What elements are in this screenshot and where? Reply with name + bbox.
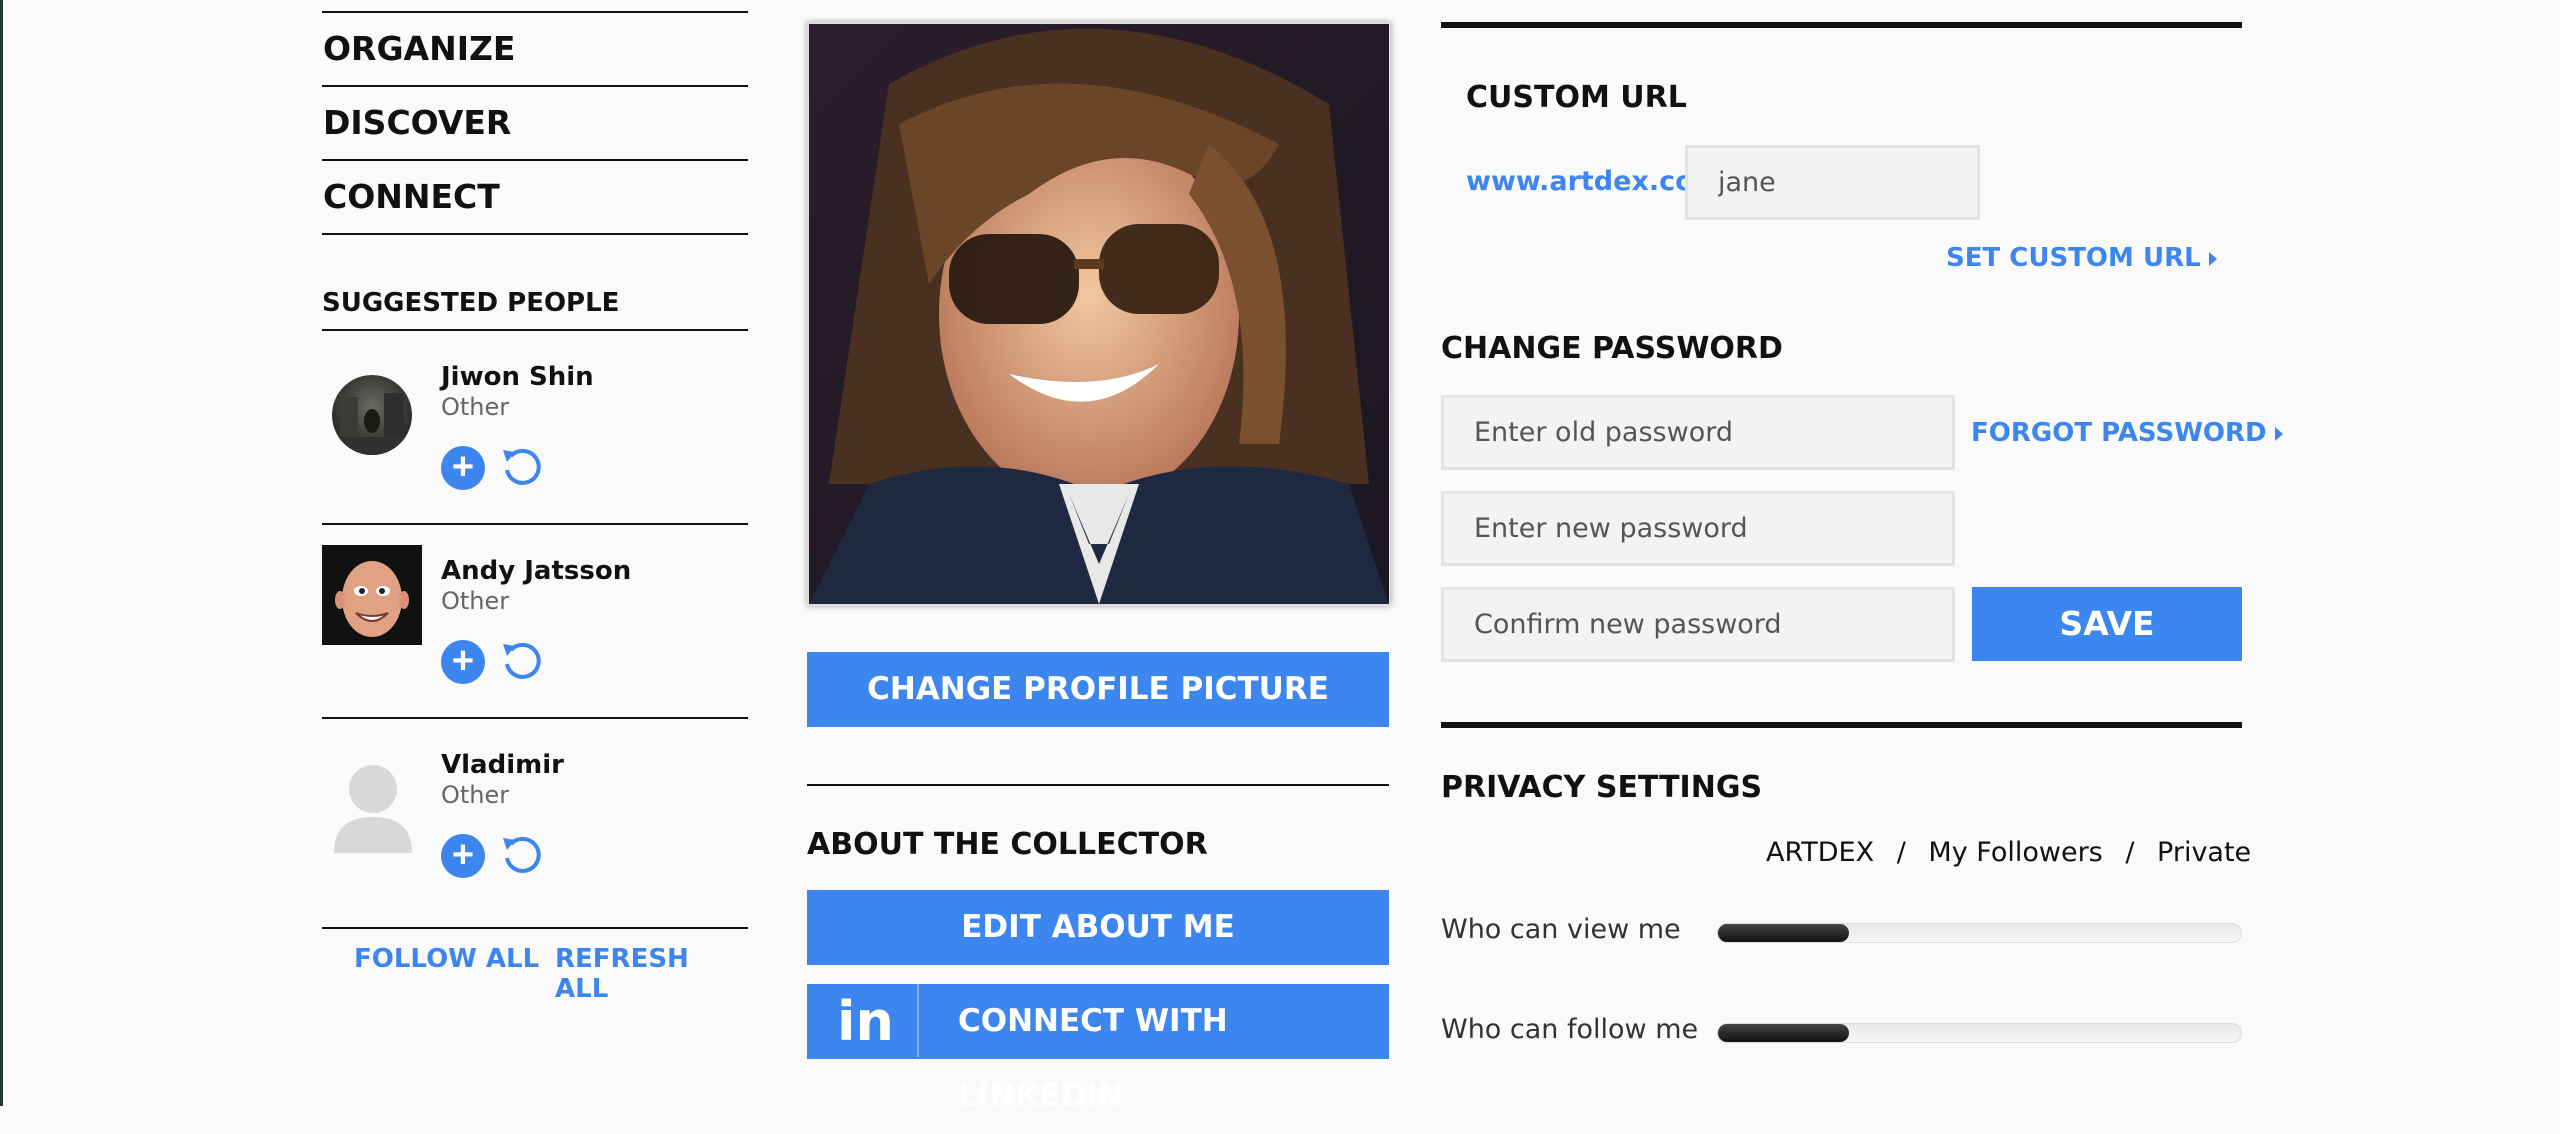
refresh-icon <box>503 448 541 485</box>
follow-button[interactable]: + <box>441 834 485 878</box>
change-profile-picture-button[interactable]: CHANGE PROFILE PICTURE <box>807 652 1389 727</box>
refresh-button[interactable] <box>499 638 545 684</box>
person-role: Other <box>441 781 510 809</box>
refresh-button[interactable] <box>499 832 545 878</box>
divider <box>322 717 748 719</box>
about-collector-title: ABOUT THE COLLECTOR <box>807 827 1208 862</box>
separator: / <box>1896 837 1906 868</box>
follow-privacy-slider[interactable] <box>1717 1023 2242 1043</box>
refresh-icon <box>503 836 541 873</box>
nav-item-organize[interactable]: ORGANIZE <box>322 11 748 84</box>
set-custom-url-link[interactable]: SET CUSTOM URL <box>1946 243 2217 273</box>
privacy-settings-title: PRIVACY SETTINGS <box>1441 770 1763 805</box>
new-password-field[interactable] <box>1441 491 1955 566</box>
avatar-placeholder-icon[interactable] <box>330 753 416 853</box>
edit-about-me-button[interactable]: EDIT ABOUT ME <box>807 890 1389 965</box>
divider <box>1441 722 2242 728</box>
privacy-level-label: ARTDEX <box>1766 837 1875 868</box>
nav-item-label: CONNECT <box>323 177 500 216</box>
refresh-button[interactable] <box>499 444 545 490</box>
linkedin-icon-text: in <box>837 990 894 1053</box>
caret-right-icon <box>2208 251 2217 266</box>
old-password-field[interactable] <box>1441 395 1955 470</box>
nav-item-label: DISCOVER <box>323 103 512 142</box>
slider-fill[interactable] <box>1718 1024 1849 1042</box>
plus-icon: + <box>451 834 475 876</box>
plus-icon: + <box>451 640 475 682</box>
divider <box>322 927 748 929</box>
caret-right-icon <box>2274 426 2283 441</box>
suggested-person: Vladimir Other + <box>322 717 748 911</box>
refresh-icon <box>503 642 541 679</box>
privacy-level-label: Private <box>2157 837 2252 868</box>
person-role: Other <box>441 393 510 421</box>
forgot-password-link[interactable]: FORGOT PASSWORD <box>1971 418 2283 448</box>
divider <box>1441 22 2242 28</box>
divider <box>322 233 748 235</box>
set-custom-url-label: SET CUSTOM URL <box>1946 243 2201 273</box>
who-can-follow-label: Who can follow me <box>1441 1014 1699 1045</box>
nav-item-discover[interactable]: DISCOVER <box>322 85 748 158</box>
follow-all-link[interactable]: FOLLOW ALL <box>354 944 539 974</box>
follow-button[interactable]: + <box>441 640 485 684</box>
person-name[interactable]: Vladimir <box>441 750 564 780</box>
change-password-title: CHANGE PASSWORD <box>1441 331 1783 366</box>
confirm-password-field[interactable] <box>1441 587 1955 662</box>
divider <box>322 523 748 525</box>
person-name[interactable]: Jiwon Shin <box>441 362 594 392</box>
follow-button[interactable]: + <box>441 446 485 490</box>
suggested-people-title: SUGGESTED PEOPLE <box>322 288 620 318</box>
avatar[interactable] <box>322 545 422 645</box>
suggested-person: Andy Jatsson Other + <box>322 523 748 717</box>
separator: / <box>2125 837 2135 868</box>
person-name[interactable]: Andy Jatsson <box>441 556 631 586</box>
slider-fill[interactable] <box>1718 924 1849 942</box>
window-edge <box>0 0 3 1106</box>
avatar[interactable] <box>332 375 412 455</box>
refresh-all-link[interactable]: REFRESH ALL <box>555 944 748 1004</box>
suggested-person: Jiwon Shin Other + <box>322 329 748 523</box>
custom-url-input[interactable] <box>1685 145 1980 220</box>
privacy-level-label: My Followers <box>1928 837 2103 868</box>
connect-linkedin-button[interactable]: in CONNECT WITH LINKEDIN <box>807 984 1389 1114</box>
connect-linkedin-label: CONNECT WITH LINKEDIN <box>958 1003 1228 1114</box>
linkedin-icon: in <box>807 984 919 1057</box>
custom-url-title: CUSTOM URL <box>1466 80 1687 115</box>
view-privacy-slider[interactable] <box>1717 923 2242 943</box>
profile-picture <box>807 22 1391 606</box>
person-role: Other <box>441 587 510 615</box>
divider <box>807 784 1389 786</box>
plus-icon: + <box>451 446 475 488</box>
nav-item-connect[interactable]: CONNECT <box>322 159 748 232</box>
privacy-levels-header: ARTDEX / My Followers / Private <box>1766 837 2251 868</box>
save-button[interactable]: SAVE <box>1972 587 2242 661</box>
who-can-view-label: Who can view me <box>1441 914 1681 945</box>
forgot-password-label: FORGOT PASSWORD <box>1971 418 2267 448</box>
nav-item-label: ORGANIZE <box>323 29 516 68</box>
